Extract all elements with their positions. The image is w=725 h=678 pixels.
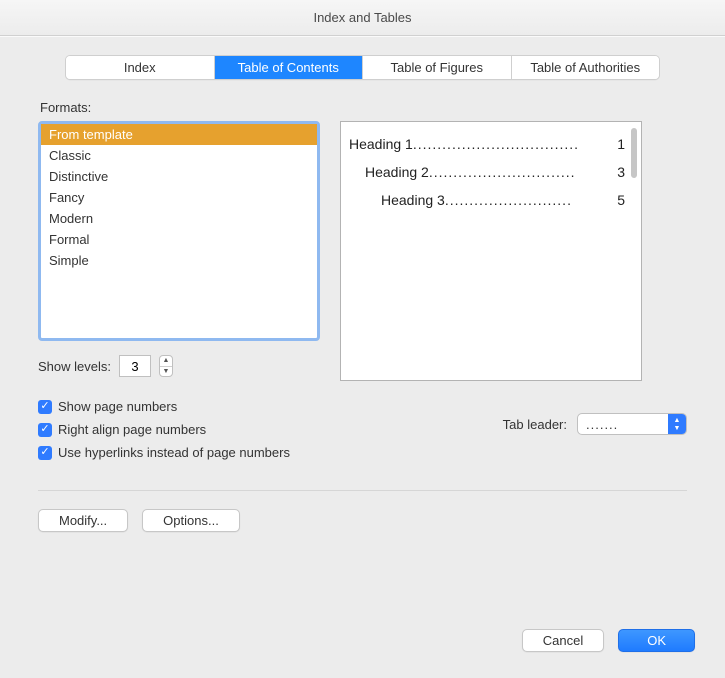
list-item[interactable]: Simple xyxy=(41,250,317,271)
list-item[interactable]: Formal xyxy=(41,229,317,250)
list-item[interactable]: Fancy xyxy=(41,187,317,208)
tab-leader-label: Tab leader: xyxy=(503,417,567,432)
preview-scrollbar[interactable] xyxy=(631,128,637,178)
list-item[interactable]: From template xyxy=(41,124,317,145)
formats-listbox[interactable]: From template Classic Distinctive Fancy … xyxy=(38,121,320,341)
tab-index[interactable]: Index xyxy=(66,56,215,79)
window-titlebar: Index and Tables xyxy=(0,0,725,36)
options-button[interactable]: Options... xyxy=(142,509,240,532)
cancel-button[interactable]: Cancel xyxy=(522,629,604,652)
tab-table-of-figures[interactable]: Table of Figures xyxy=(363,56,512,79)
list-item[interactable]: Distinctive xyxy=(41,166,317,187)
preview-entry-label: Heading 2 xyxy=(365,164,429,180)
checkbox-show-page-numbers[interactable]: ✓ xyxy=(38,400,52,414)
checkbox-right-align[interactable]: ✓ xyxy=(38,423,52,437)
show-levels-stepper[interactable]: ▲ ▼ xyxy=(159,355,173,377)
show-levels-input[interactable] xyxy=(119,355,151,377)
tab-table-of-authorities[interactable]: Table of Authorities xyxy=(512,56,660,79)
preview-entry-label: Heading 3 xyxy=(381,192,445,208)
preview-dots: .................................. xyxy=(413,136,615,152)
checkbox-label: Use hyperlinks instead of page numbers xyxy=(58,445,290,460)
checkbox-hyperlinks[interactable]: ✓ xyxy=(38,446,52,460)
stepper-down-icon[interactable]: ▼ xyxy=(160,367,172,377)
preview-entry-label: Heading 1 xyxy=(349,136,413,152)
tab-table-of-contents[interactable]: Table of Contents xyxy=(215,56,364,79)
stepper-up-icon[interactable]: ▲ xyxy=(160,356,172,367)
list-item[interactable]: Modern xyxy=(41,208,317,229)
formats-label: Formats: xyxy=(40,100,687,115)
preview-dots: .............................. xyxy=(429,164,615,180)
select-updown-icon: ▲▼ xyxy=(668,414,686,434)
tab-leader-value: ....... xyxy=(578,417,668,432)
show-levels-label: Show levels: xyxy=(38,359,111,374)
modify-button[interactable]: Modify... xyxy=(38,509,128,532)
checkbox-label: Right align page numbers xyxy=(58,422,206,437)
preview-entry-page: 1 xyxy=(615,136,625,152)
preview-entry-page: 3 xyxy=(615,164,625,180)
divider xyxy=(38,490,687,491)
preview-entry-page: 5 xyxy=(615,192,625,208)
ok-button[interactable]: OK xyxy=(618,629,695,652)
dialog-content: Index Table of Contents Table of Figures… xyxy=(0,36,725,678)
list-item[interactable]: Classic xyxy=(41,145,317,166)
window-title: Index and Tables xyxy=(313,10,411,25)
tab-bar: Index Table of Contents Table of Figures… xyxy=(65,55,660,80)
preview-box: Heading 1 ..............................… xyxy=(340,121,642,381)
checkbox-label: Show page numbers xyxy=(58,399,177,414)
preview-dots: .......................... xyxy=(445,192,615,208)
tab-leader-select[interactable]: ....... ▲▼ xyxy=(577,413,687,435)
